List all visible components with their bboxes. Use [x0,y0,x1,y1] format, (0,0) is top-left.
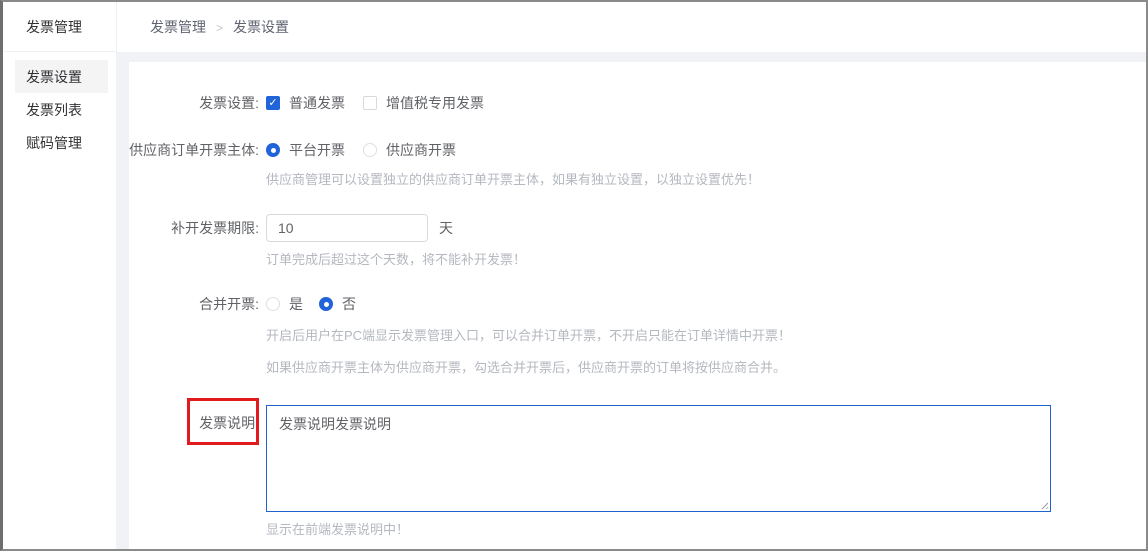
sidebar-item-label: 赋码管理 [26,133,82,153]
radio-merge-no[interactable]: 否 [319,294,356,314]
app-window: 发票管理 发票设置 发票列表 赋码管理 发票管理 > 发票设置 [0,0,1148,551]
breadcrumb-item-invoice-settings: 发票设置 [233,19,289,35]
sidebar-item-label: 发票列表 [26,100,82,120]
invoice-type-row: 发票设置: ✓ 普通发票 增值税专用发票 [129,93,1146,113]
reissue-period-unit: 天 [439,218,453,238]
merge-invoicing-label: 合并开票: [129,294,259,314]
invoice-note-hint: 显示在前端发票说明中！ [266,519,1146,538]
main-area: 发票管理 > 发票设置 发票设置: ✓ 普通发票 增值税专用发票 [116,2,1146,549]
chevron-right-icon: > [216,21,223,35]
checkbox-ordinary-invoice[interactable]: ✓ 普通发票 [266,93,345,113]
invoice-note-textarea[interactable]: 发票说明发票说明 [266,405,1051,512]
checkbox-label: 普通发票 [289,93,345,113]
radio-selected-icon[interactable] [319,297,333,311]
radio-label: 是 [289,294,303,314]
merge-invoicing-hint-1: 开启后用户在PC端显示发票管理入口，可以合并订单开票，不开启只能在订单详情中开票… [266,325,1146,344]
invoice-type-label: 发票设置: [129,93,259,113]
reissue-period-label: 补开发票期限: [129,218,259,238]
check-icon: ✓ [268,98,277,109]
radio-unselected-icon[interactable] [363,143,377,157]
sidebar: 发票管理 发票设置 发票列表 赋码管理 [3,2,116,549]
reissue-period-hint: 订单完成后超过这个天数，将不能补开发票！ [266,249,1146,268]
radio-platform-invoicing[interactable]: 平台开票 [266,140,345,160]
radio-label: 供应商开票 [386,140,456,160]
reissue-period-row: 补开发票期限: 天 [129,214,1146,242]
sidebar-title: 发票管理 [3,2,116,52]
topbar: 发票管理 > 发票设置 [116,2,1146,52]
radio-unselected-icon[interactable] [266,297,280,311]
checkbox-unchecked-icon[interactable] [363,96,377,110]
radio-supplier-invoicing[interactable]: 供应商开票 [363,140,456,160]
sidebar-item-code-management[interactable]: 赋码管理 [3,126,116,159]
breadcrumb: 发票管理 > 发票设置 [150,17,289,37]
sidebar-item-invoice-settings[interactable]: 发票设置 [15,60,108,93]
invoice-note-label: 发票说明: [129,405,259,433]
checkbox-checked-icon[interactable]: ✓ [266,96,280,110]
checkbox-vat-special-invoice[interactable]: 增值税专用发票 [363,93,484,113]
radio-merge-yes[interactable]: 是 [266,294,303,314]
breadcrumb-item-invoice-management[interactable]: 发票管理 [150,19,206,35]
merge-invoicing-row: 合并开票: 是 否 [129,294,1146,314]
content-area: 发票设置: ✓ 普通发票 增值税专用发票 供应商订单开票主体: [116,52,1146,549]
sidebar-menu: 发票设置 发票列表 赋码管理 [3,52,116,159]
merge-invoicing-hint-2: 如果供应商开票主体为供应商开票，勾选合并开票后，供应商开票的订单将按供应商合并。 [266,357,1146,376]
radio-selected-icon[interactable] [266,143,280,157]
sidebar-item-label: 发票设置 [26,67,82,87]
reissue-period-input[interactable] [266,214,428,242]
invoice-note-row: 发票说明: 发票说明发票说明 [129,405,1146,512]
radio-label: 否 [342,294,356,314]
supplier-subject-label: 供应商订单开票主体: [129,140,259,160]
settings-form: 发票设置: ✓ 普通发票 增值税专用发票 供应商订单开票主体: [129,62,1146,549]
sidebar-item-invoice-list[interactable]: 发票列表 [3,93,116,126]
checkbox-label: 增值税专用发票 [386,93,484,113]
supplier-subject-row: 供应商订单开票主体: 平台开票 供应商开票 [129,140,1146,160]
supplier-subject-hint: 供应商管理可以设置独立的供应商订单开票主体，如果有独立设置，以独立设置优先！ [266,169,1146,188]
radio-label: 平台开票 [289,140,345,160]
